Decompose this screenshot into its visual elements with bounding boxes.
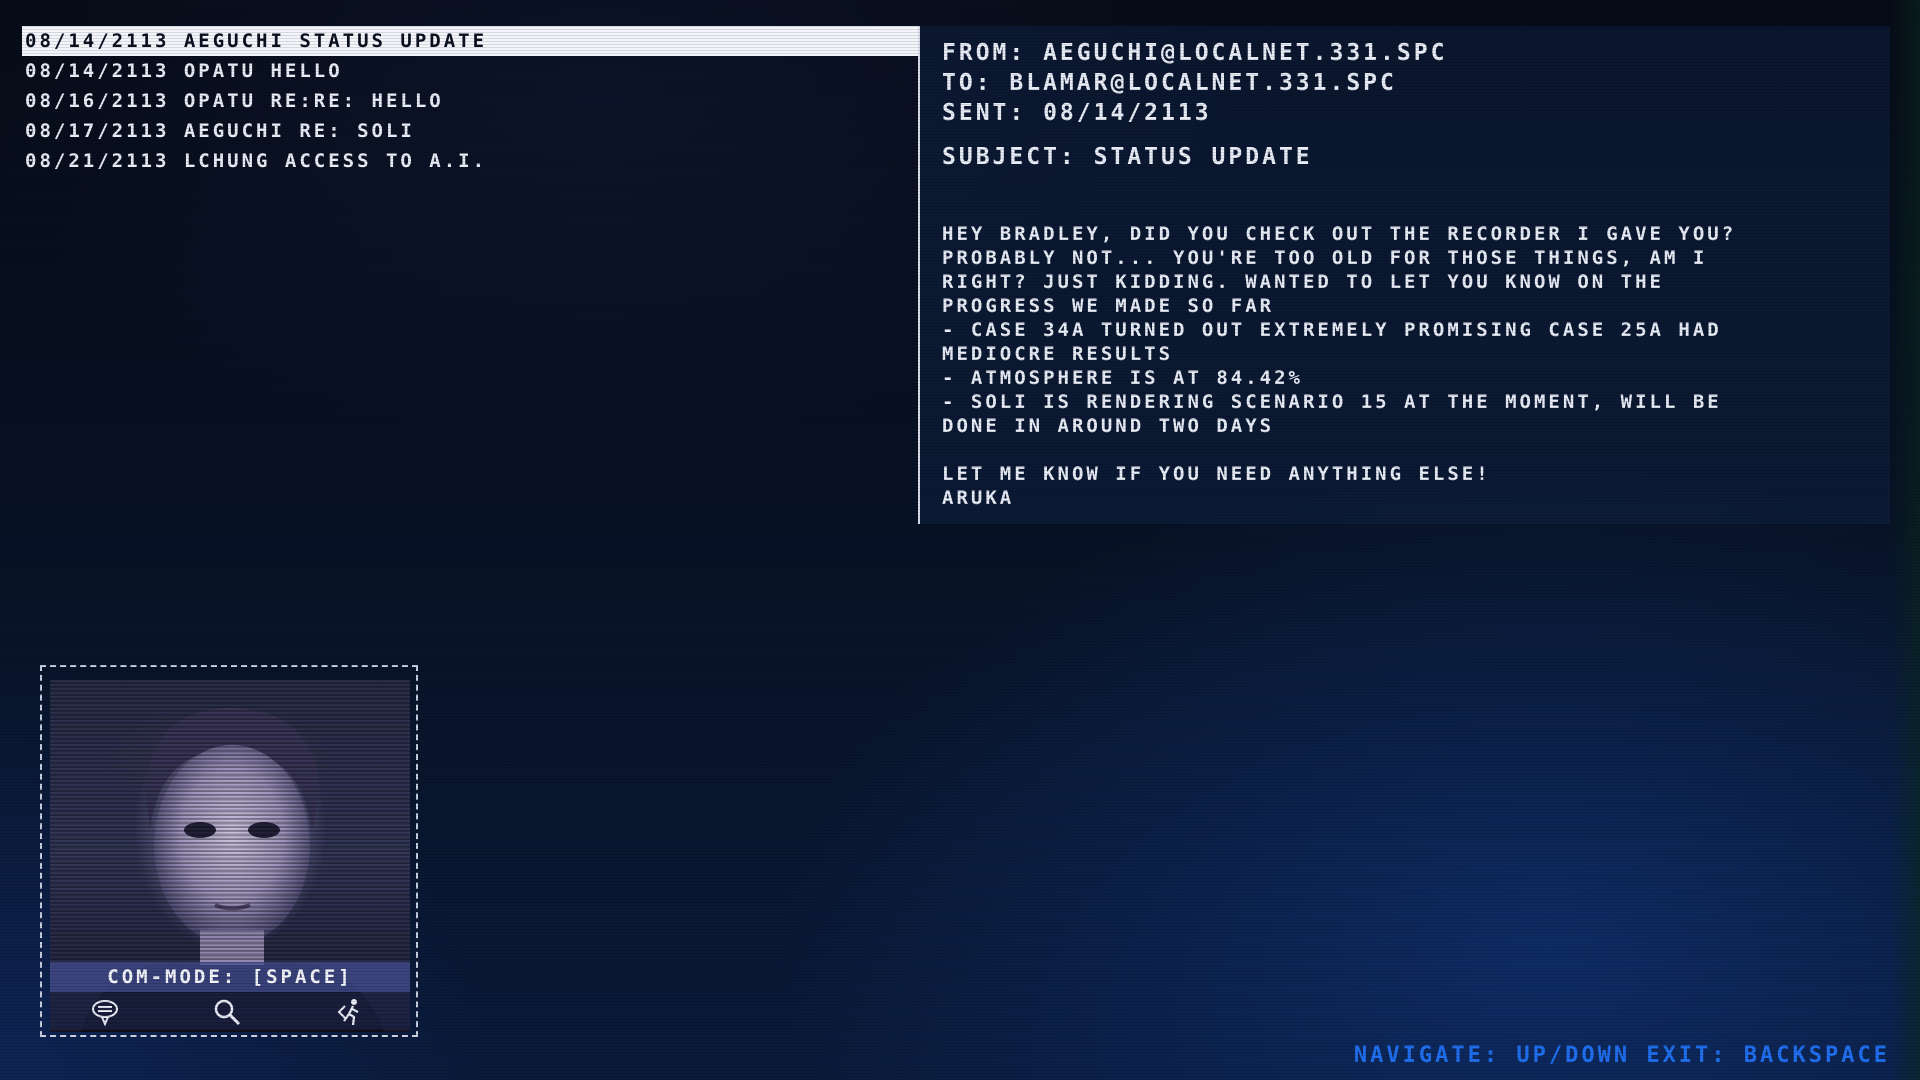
navigation-hint: NAVIGATE: UP/DOWN EXIT: BACKSPACE: [1353, 1043, 1890, 1068]
screen-edge: [1890, 0, 1920, 1080]
email-item[interactable]: 08/14/2113 AEGUCHI STATUS UPDATE: [22, 26, 918, 56]
email-sent-date: SENT: 08/14/2113: [942, 100, 1212, 126]
email-body-line: PROBABLY NOT... YOU'RE TOO OLD FOR THOSE…: [942, 247, 1708, 269]
email-list: 08/14/2113 AEGUCHI STATUS UPDATE 08/14/2…: [22, 26, 918, 176]
email-body-line: HEY BRADLEY, DID YOU CHECK OUT THE RECOR…: [942, 223, 1737, 245]
email-item[interactable]: 08/16/2113 OPATU RE:RE: HELLO: [22, 86, 918, 116]
email-body-line: PROGRESS WE MADE SO FAR: [942, 295, 1275, 317]
email-body: HEY BRADLEY, DID YOU CHECK OUT THE RECOR…: [942, 222, 1872, 510]
email-body-line: ARUKA: [942, 487, 1015, 509]
com-mode-label: COM-MODE: [SPACE]: [50, 962, 410, 992]
email-item[interactable]: 08/14/2113 OPATU HELLO: [22, 56, 918, 86]
email-item[interactable]: 08/21/2113 LCHUNG ACCESS TO A.I.: [22, 146, 918, 176]
email-body-line: - SOLI IS RENDERING SCENARIO 15 AT THE M…: [942, 391, 1722, 413]
email-body-line: LET ME KNOW IF YOU NEED ANYTHING ELSE!: [942, 463, 1491, 485]
email-from: FROM: AEGUCHI@LOCALNET.331.SPC: [942, 40, 1448, 66]
email-subject: SUBJECT: STATUS UPDATE: [942, 144, 1313, 170]
email-body-line: - ATMOSPHERE IS AT 84.42%: [942, 367, 1303, 389]
email-item[interactable]: 08/17/2113 AEGUCHI RE: SOLI: [22, 116, 918, 146]
email-to: TO: BLAMAR@LOCALNET.331.SPC: [942, 70, 1397, 96]
email-body-line: RIGHT? JUST KIDDING. WANTED TO LET YOU K…: [942, 271, 1664, 293]
email-body-line: - CASE 34A TURNED OUT EXTREMELY PROMISIN…: [942, 319, 1722, 341]
search-icon[interactable]: [212, 997, 242, 1027]
email-reader-panel: FROM: AEGUCHI@LOCALNET.331.SPC TO: BLAMA…: [920, 26, 1890, 524]
walk-icon[interactable]: [336, 997, 366, 1027]
email-body-line: DONE IN AROUND TWO DAYS: [942, 415, 1275, 437]
email-body-line: [942, 438, 1872, 462]
chat-bubble-icon[interactable]: [90, 997, 120, 1027]
portrait-action-bar: [50, 993, 410, 1029]
email-body-line: MEDIOCRE RESULTS: [942, 343, 1174, 365]
